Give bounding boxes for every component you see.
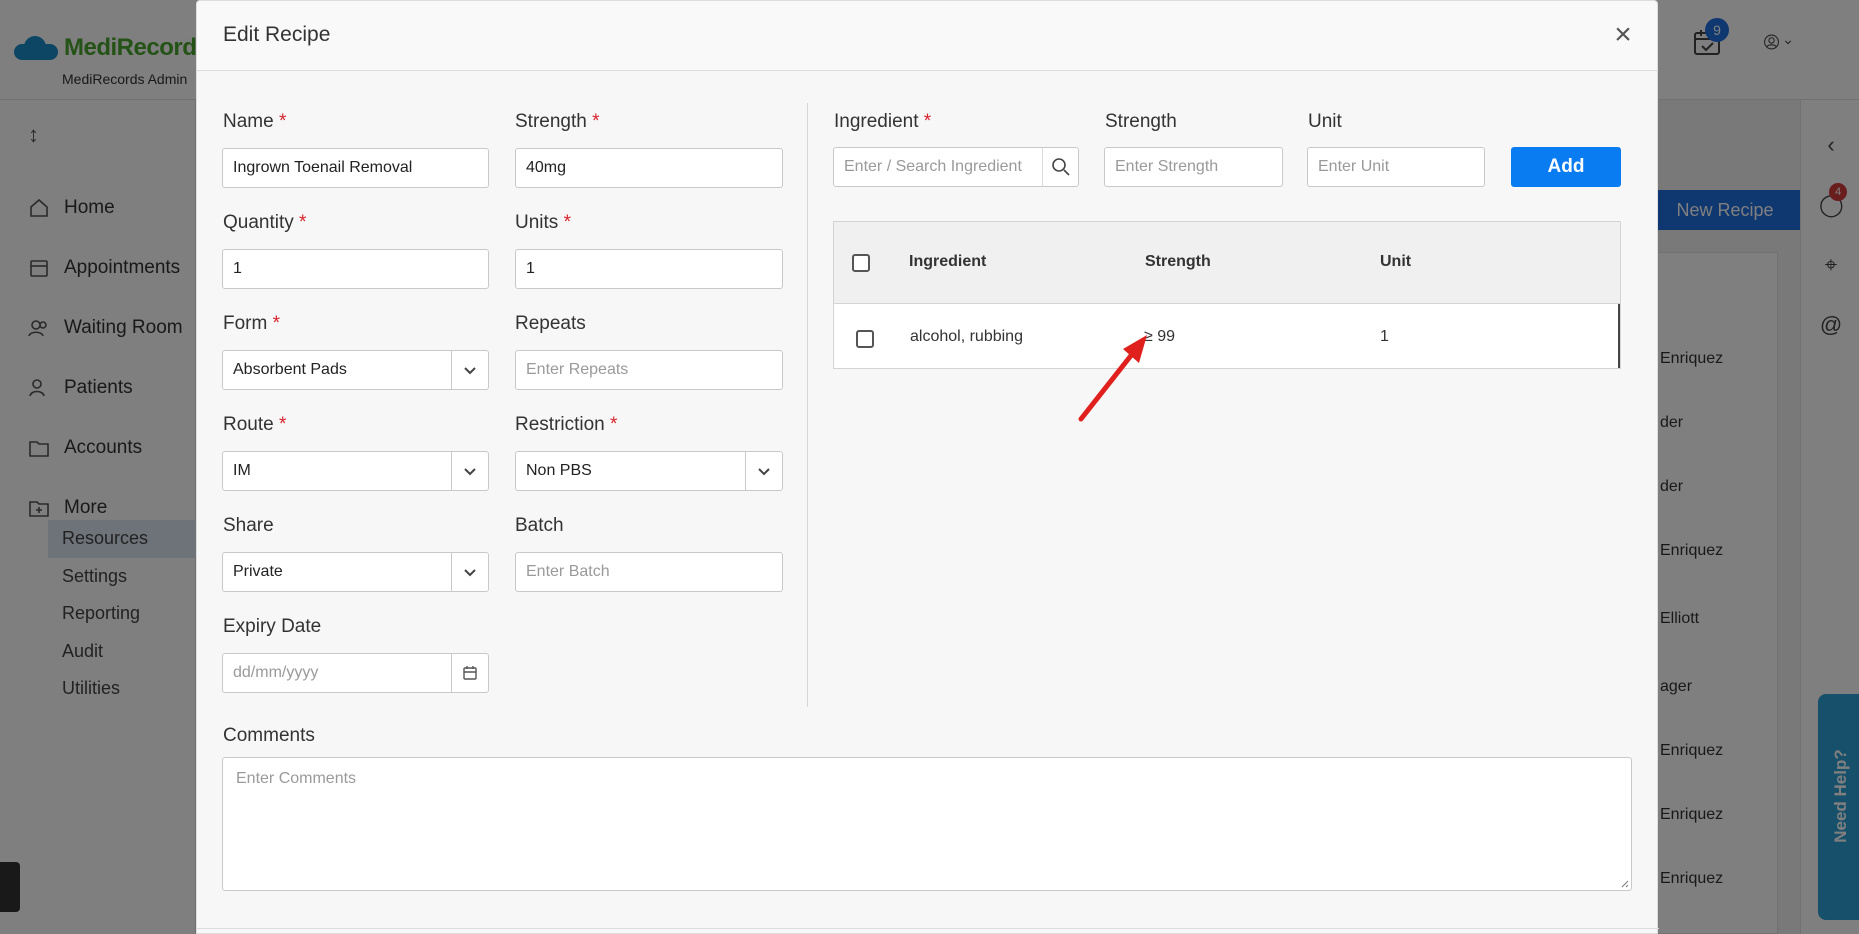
chevron-down-icon[interactable] (745, 452, 782, 490)
column-divider (807, 103, 808, 707)
name-input[interactable]: Ingrown Toenail Removal (222, 148, 489, 188)
route-select[interactable]: IM (222, 451, 489, 491)
select-all-checkbox[interactable] (852, 254, 870, 272)
ingredient-label: Ingredient * (834, 111, 932, 132)
close-icon[interactable]: × (1607, 19, 1639, 51)
ingredient-unit-input[interactable]: Enter Unit (1307, 147, 1485, 187)
expiry-date-placeholder: dd/mm/yyyy (233, 664, 319, 681)
form-label: Form * (223, 313, 281, 334)
route-select-value: IM (233, 462, 251, 479)
cell-ingredient: alcohol, rubbing (910, 328, 1023, 345)
search-icon[interactable] (1042, 148, 1078, 186)
repeats-input[interactable]: Enter Repeats (515, 350, 783, 390)
comments-placeholder: Enter Comments (236, 770, 357, 787)
modal-title: Edit Recipe (223, 23, 331, 46)
repeats-label: Repeats (515, 313, 586, 334)
resize-grip-icon[interactable] (1619, 878, 1629, 888)
units-label: Units * (515, 212, 571, 233)
strength-label: Strength * (515, 111, 600, 132)
table-header: Ingredient Strength Unit (834, 222, 1620, 304)
units-input[interactable]: 1 (515, 249, 783, 289)
column-header-ingredient[interactable]: Ingredient (909, 253, 986, 271)
table-row[interactable]: alcohol, rubbing ≥ 99 1 (834, 304, 1620, 368)
cell-unit: 1 (1380, 328, 1389, 345)
calendar-icon[interactable] (451, 654, 488, 692)
form-select[interactable]: Absorbent Pads (222, 350, 489, 390)
expiry-date-input[interactable]: dd/mm/yyyy (222, 653, 489, 693)
form-select-value: Absorbent Pads (233, 361, 347, 378)
row-checkbox[interactable] (856, 330, 874, 348)
column-header-unit[interactable]: Unit (1380, 253, 1411, 271)
modal-header: Edit Recipe × (197, 1, 1657, 71)
batch-input[interactable]: Enter Batch (515, 552, 783, 592)
name-label: Name * (223, 111, 287, 132)
column-header-strength[interactable]: Strength (1145, 253, 1211, 271)
ingredients-table: Ingredient Strength Unit alcohol, rubbin… (833, 221, 1621, 369)
chevron-down-icon[interactable] (451, 553, 488, 591)
edit-recipe-modal: Edit Recipe × Name * Ingrown Toenail Rem… (196, 0, 1659, 934)
quantity-label: Quantity * (223, 212, 307, 233)
route-label: Route * (223, 414, 287, 435)
batch-label: Batch (515, 515, 564, 536)
restriction-select[interactable]: Non PBS (515, 451, 783, 491)
share-select[interactable]: Private (222, 552, 489, 592)
chevron-down-icon[interactable] (451, 351, 488, 389)
chevron-down-icon[interactable] (451, 452, 488, 490)
ingredient-search-input[interactable]: Enter / Search Ingredient (833, 147, 1079, 187)
quantity-input[interactable]: 1 (222, 249, 489, 289)
comments-label: Comments (223, 725, 315, 746)
ingredient-unit-label: Unit (1308, 111, 1342, 132)
footer-divider (197, 928, 1659, 929)
restriction-label: Restriction * (515, 414, 618, 435)
ingredient-strength-input[interactable]: Enter Strength (1104, 147, 1283, 187)
ingredient-search-placeholder: Enter / Search Ingredient (844, 158, 1022, 175)
strength-input[interactable]: 40mg (515, 148, 783, 188)
add-ingredient-button[interactable]: Add (1511, 147, 1621, 187)
cell-strength: ≥ 99 (1144, 328, 1176, 345)
share-select-value: Private (233, 563, 283, 580)
comments-textarea[interactable]: Enter Comments (222, 757, 1632, 891)
ingredient-strength-label: Strength (1105, 111, 1177, 132)
expiry-date-label: Expiry Date (223, 616, 322, 637)
share-label: Share (223, 515, 274, 536)
restriction-select-value: Non PBS (526, 462, 592, 479)
